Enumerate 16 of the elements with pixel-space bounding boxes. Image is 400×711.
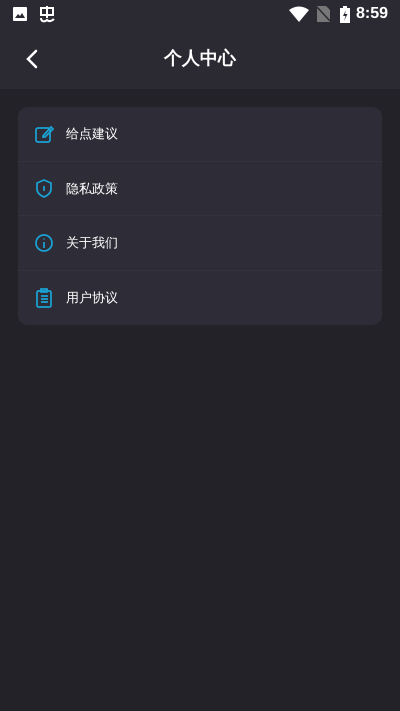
wifi-icon [288,6,309,22]
edit-icon [34,124,54,144]
back-icon [26,48,38,68]
info-icon [34,232,54,253]
battery-charging-icon [340,6,350,22]
status-time: 8:59 [356,4,388,24]
menu-item[interactable]: 隐私政策 [18,162,382,216]
page-title: 个人中心 [164,47,236,70]
shield-icon [34,178,54,198]
menu-item[interactable]: 关于我们 [18,216,382,270]
notification-icon [38,5,56,23]
no-sim-icon [316,6,330,22]
menu-item[interactable]: 给点建议 [18,107,382,162]
image-icon [12,6,28,22]
clipboard-icon [34,288,54,308]
menu-item[interactable]: 用户协议 [18,270,382,325]
